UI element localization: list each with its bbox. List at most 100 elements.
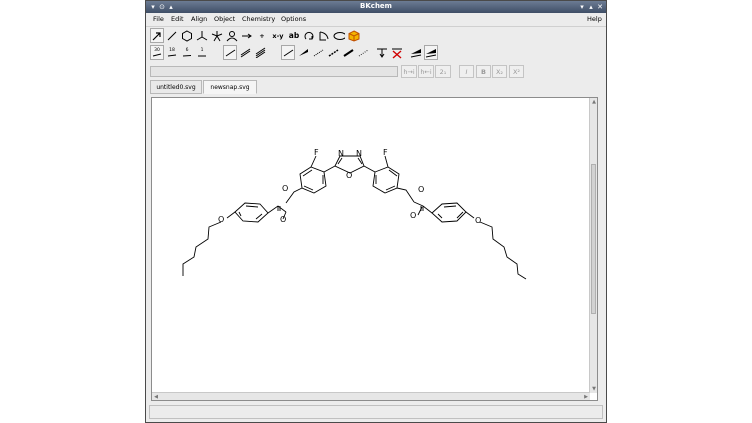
angle-18-button[interactable]: 18 [165, 45, 179, 60]
right-fluorophenyl-ring [372, 166, 400, 194]
tab-newsnap[interactable]: newsnap.svg [203, 80, 257, 94]
rotate-icon [304, 31, 314, 39]
left-carbonyl-oxygen[interactable]: O [280, 215, 286, 224]
fragment-icon [196, 30, 208, 40]
menu-edit[interactable]: Edit [171, 15, 184, 23]
triple-bond-button[interactable] [253, 45, 267, 60]
left-fluorine[interactable]: F [314, 148, 319, 157]
angle-30-button[interactable]: 30 [150, 45, 164, 60]
left-aryl-link [323, 165, 336, 173]
vertical-scrollbar[interactable]: ▲ ▼ [589, 98, 597, 393]
remove-bond-button[interactable] [390, 45, 404, 60]
hatch-bond-button[interactable] [311, 45, 325, 60]
right-ester-bond [396, 187, 415, 203]
wedge-bond-button[interactable] [296, 45, 310, 60]
oxadiazole-nitrogen-left[interactable]: N [338, 149, 344, 158]
angle-6-button[interactable]: 6 [180, 45, 194, 60]
user-template-button[interactable] [225, 28, 239, 43]
dotted-bond-button[interactable] [356, 45, 370, 60]
oval-icon [333, 31, 345, 40]
menu-chemistry[interactable]: Chemistry [242, 15, 275, 23]
ring-mode-button[interactable] [180, 28, 194, 43]
text-entry-field[interactable] [150, 66, 398, 77]
pointer-icon [152, 31, 161, 40]
left-fluorophenyl-ring [299, 166, 327, 194]
tab-untitled0[interactable]: untitled0.svg [150, 80, 202, 94]
adder-icon [328, 49, 338, 57]
angle-line-icon [152, 53, 162, 57]
hydrogen-right-button[interactable]: h←i [418, 65, 434, 78]
menu-file[interactable]: File [153, 15, 164, 23]
oval-mode-button[interactable] [332, 28, 346, 43]
right-ester-oxygen[interactable]: O [418, 185, 424, 194]
bond-mode-button[interactable] [165, 28, 179, 43]
single-bond-button[interactable] [223, 45, 237, 60]
bond-icon [167, 31, 177, 40]
text-mode-button[interactable]: ab [287, 28, 301, 43]
orient-top-button[interactable] [375, 45, 389, 60]
left-ester-bond [285, 187, 303, 204]
right-alkyl-chain [479, 221, 527, 280]
thick-bond-icon [342, 49, 354, 57]
drawing-canvas[interactable]: O O O F N N O F O O O [152, 98, 590, 393]
right-ether-oxygen[interactable]: O [475, 216, 481, 225]
mode-toolbar: + x-y ab [149, 28, 599, 44]
scroll-down-icon[interactable]: ▼ [590, 385, 598, 393]
bold-bond-button[interactable] [326, 45, 340, 60]
line-bond-icon [283, 49, 293, 57]
normal-bond-button[interactable] [281, 45, 295, 60]
scroll-right-icon[interactable]: ▶ [582, 393, 590, 401]
bold-button[interactable]: B [476, 65, 491, 78]
title-bar[interactable]: ▾ ⊙ ▴ BKchem ▾ ▴ ✕ [146, 1, 606, 13]
wedge-left-button[interactable] [409, 45, 423, 60]
left-ether-oxygen[interactable]: O [218, 215, 224, 224]
charge-button[interactable]: 2₁ [435, 65, 451, 78]
right-fluorine[interactable]: F [383, 148, 388, 157]
canvas-frame: O O O F N N O F O O O ▲ ▼ ◀ ▶ [151, 97, 598, 401]
superscript-button[interactable]: X² [509, 65, 524, 78]
thick-bond-button[interactable] [341, 45, 355, 60]
scroll-left-icon[interactable]: ◀ [152, 393, 160, 401]
right-wedge-icon [425, 48, 437, 57]
xy-mode-button[interactable]: x-y [270, 28, 286, 43]
menu-help[interactable]: Help [587, 15, 602, 23]
angle-1-button[interactable]: 1 [195, 45, 209, 60]
close-icon[interactable]: ✕ [596, 3, 604, 11]
hydrogen-left-button[interactable]: h→i [401, 65, 417, 78]
bracket-mode-button[interactable] [317, 28, 331, 43]
arrow-mode-button[interactable] [150, 28, 164, 43]
left-wedge-icon [410, 48, 422, 57]
vector-arrow-icon [242, 33, 252, 38]
fragment-mode-button[interactable] [195, 28, 209, 43]
wedge-right-button[interactable] [424, 45, 438, 60]
wedge-icon [298, 49, 308, 56]
template-mode-button[interactable] [210, 28, 224, 43]
left-benzoate-ring [234, 202, 269, 223]
misc-mode-button[interactable] [347, 28, 361, 43]
menu-options[interactable]: Options [281, 15, 306, 23]
template-icon [211, 30, 223, 41]
left-ester-oxygen[interactable]: O [282, 184, 288, 193]
status-bar [149, 405, 603, 419]
rotate-mode-button[interactable] [302, 28, 316, 43]
menu-align[interactable]: Align [191, 15, 207, 23]
subscript-button[interactable]: X₂ [492, 65, 507, 78]
menu-object[interactable]: Object [214, 15, 235, 23]
vector-mode-button[interactable] [240, 28, 254, 43]
right-benzoate-ring [431, 202, 467, 223]
align-top-icon [377, 48, 387, 58]
double-bond-button[interactable] [238, 45, 252, 60]
scroll-up-icon[interactable]: ▲ [590, 98, 598, 106]
minimize-icon[interactable]: ▾ [578, 3, 586, 11]
cube-icon [348, 29, 360, 42]
left-alkyl-chain [182, 221, 222, 276]
oxadiazole-nitrogen-right[interactable]: N [356, 149, 362, 158]
user-icon [226, 30, 238, 41]
maximize-icon[interactable]: ▴ [587, 3, 595, 11]
right-carbonyl-oxygen[interactable]: O [410, 211, 416, 220]
italic-button[interactable]: I [459, 65, 474, 78]
vertical-scroll-thumb[interactable] [591, 164, 596, 315]
horizontal-scrollbar[interactable]: ◀ ▶ [152, 392, 590, 400]
oxadiazole-oxygen[interactable]: O [346, 171, 352, 180]
plus-mode-button[interactable]: + [255, 28, 269, 43]
